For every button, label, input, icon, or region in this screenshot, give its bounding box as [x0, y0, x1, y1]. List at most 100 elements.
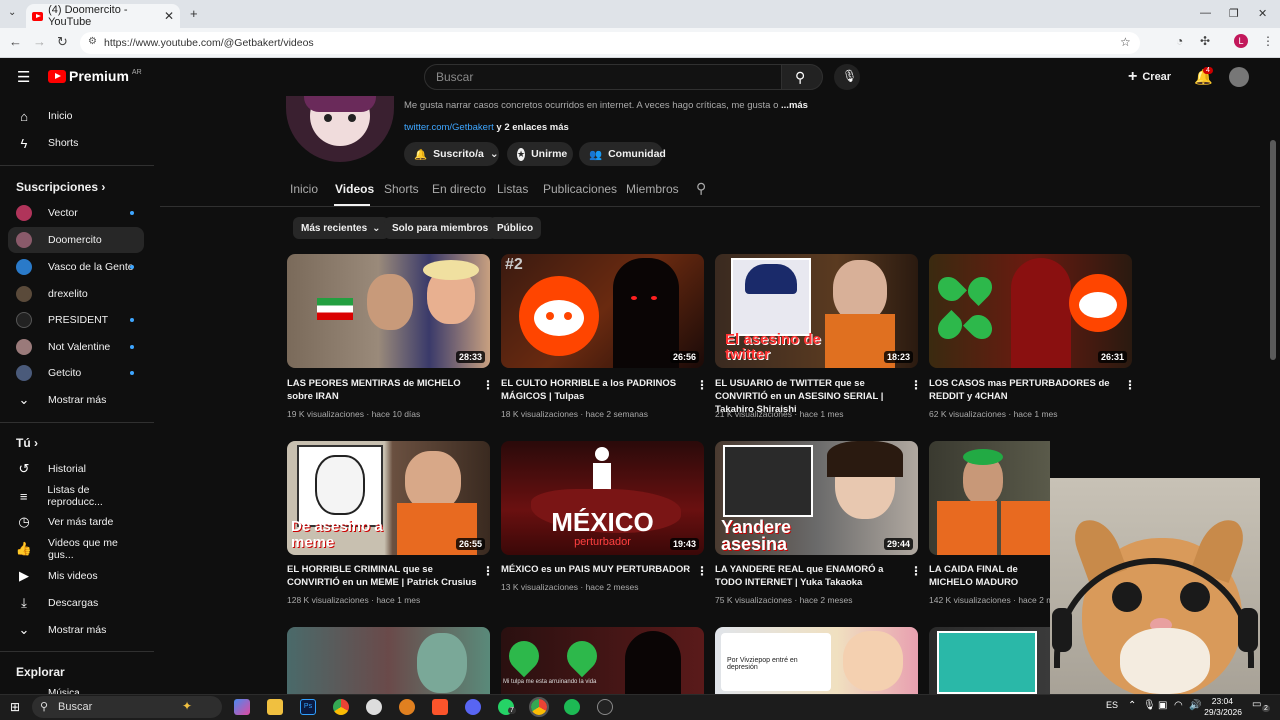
create-button[interactable]: + Crear [1128, 68, 1171, 86]
channel-search-icon[interactable]: ⚲ [696, 180, 706, 197]
tab-publicaciones[interactable]: Publicaciones [543, 182, 617, 196]
sidebar-item-vector[interactable]: Vector [8, 200, 144, 226]
tab-videos[interactable]: Videos [335, 182, 374, 196]
file-explorer-icon[interactable] [267, 699, 283, 715]
more-actions-icon[interactable]: ⋮ [482, 564, 494, 578]
restore-icon[interactable]: ❐ [1229, 7, 1239, 20]
video-thumbnail[interactable]: 28:33 [287, 254, 490, 368]
clock-date[interactable]: 29/3/2026 [1198, 707, 1242, 717]
spotify-icon[interactable] [564, 699, 580, 715]
extension-icon[interactable]: ◔ [1176, 34, 1183, 48]
more-links[interactable]: y 2 enlaces más [496, 122, 568, 133]
sidebar-item-liked[interactable]: 👍 Videos que me gus... [8, 536, 144, 562]
more-actions-icon[interactable]: ⋮ [696, 378, 708, 392]
sidebar-show-more[interactable]: ⌄ Mostrar más [8, 387, 144, 413]
brave-icon[interactable] [432, 699, 448, 715]
browser-tab[interactable]: (4) Doomercito - YouTube ✕ [26, 4, 180, 28]
video-title[interactable]: LA CAIDA FINAL de MICHELO MADURO [929, 563, 1050, 589]
sidebar-item-inicio[interactable]: ⌂ Inicio [8, 103, 144, 129]
sidebar-item-watch-later[interactable]: ◷ Ver más tarde [8, 509, 144, 535]
window-close-icon[interactable]: ✕ [1258, 7, 1267, 20]
clock-time[interactable]: 23:04 [1205, 696, 1233, 706]
more-actions-icon[interactable]: ⋮ [910, 378, 922, 392]
chip-solo-miembros[interactable]: Solo para miembros [384, 217, 497, 239]
video-thumbnail[interactable] [929, 627, 1050, 694]
video-thumbnail[interactable]: #2 26:56 [501, 254, 704, 368]
hamburger-menu-icon[interactable]: ☰ [17, 68, 30, 86]
video-thumbnail[interactable]: El asesino de twitter 18:23 [715, 254, 918, 368]
page-scrollbar[interactable] [1270, 140, 1276, 360]
profile-avatar-icon[interactable]: L [1234, 34, 1248, 48]
url-field[interactable]: ⚙ https://www.youtube.com/@Getbakert/vid… [80, 32, 1140, 54]
tab-inicio[interactable]: Inicio [290, 182, 318, 196]
sidebar-item-president[interactable]: PRESIDENT [8, 307, 144, 333]
video-thumbnail[interactable]: De asesino a meme 26:55 [287, 441, 490, 555]
chrome-active-icon[interactable] [529, 697, 549, 717]
video-thumbnail[interactable]: MÉXICO perturbador 19:43 [501, 441, 704, 555]
tab-listas[interactable]: Listas [497, 182, 528, 196]
site-info-icon[interactable]: ⚙ [88, 36, 97, 47]
description-more[interactable]: ...más [781, 100, 808, 111]
sidebar-item-doomercito[interactable]: Doomercito [8, 227, 144, 253]
puzzle-icon[interactable]: ✣ [1200, 34, 1210, 48]
video-thumbnail[interactable]: Por Vivziepop entré en depresión [715, 627, 918, 694]
new-tab-icon[interactable]: + [190, 6, 198, 21]
account-avatar[interactable] [1229, 67, 1249, 87]
voice-search-button[interactable]: 🎙 [834, 64, 860, 90]
app-icon[interactable] [366, 699, 382, 715]
tab-close-icon[interactable]: ✕ [164, 9, 174, 23]
tray-chevron-icon[interactable]: ⌃ [1128, 700, 1136, 711]
browser-menu-icon[interactable]: ⋮ [1262, 34, 1274, 48]
copilot-icon[interactable] [234, 699, 250, 715]
tray-app-icon[interactable]: ▣ [1158, 700, 1167, 711]
search-input[interactable]: Buscar [424, 64, 782, 90]
back-icon[interactable]: ← [9, 34, 22, 49]
bookmark-star-icon[interactable]: ☆ [1120, 35, 1131, 49]
community-button[interactable]: 👥 Comunidad [579, 142, 666, 166]
mic-tray-icon[interactable]: 🎙 [1143, 700, 1156, 711]
sidebar-item-historial[interactable]: ↺ Historial [8, 456, 144, 482]
chip-mas-recientes[interactable]: Más recientes ⌄ [293, 217, 389, 239]
discord-icon[interactable] [465, 699, 481, 715]
minimize-icon[interactable]: — [1200, 7, 1211, 19]
sidebar-item-downloads[interactable]: ⤓ Descargas [8, 590, 144, 616]
app-icon-orange[interactable] [399, 699, 415, 715]
video-title[interactable]: LA YANDERE REAL que ENAMORÓ a TODO INTER… [715, 563, 905, 589]
sidebar-item-shorts[interactable]: ϟ Shorts [8, 130, 144, 156]
notification-center-icon[interactable]: ▭ [1252, 699, 1261, 710]
video-title[interactable]: LOS CASOS mas PERTURBADORES de REDDIT y … [929, 377, 1119, 403]
subscriptions-heading[interactable]: Suscripciones › [16, 180, 105, 194]
sidebar-item-vasco[interactable]: Vasco de la Gente [8, 254, 144, 280]
tab-list-chevron-icon[interactable]: ⌄ [8, 7, 16, 18]
language-indicator[interactable]: ES [1106, 700, 1118, 710]
sidebar-item-not-valentine[interactable]: Not Valentine [8, 334, 144, 360]
you-heading[interactable]: Tú › [16, 436, 38, 450]
tab-shorts[interactable]: Shorts [384, 182, 419, 196]
tab-en-directo[interactable]: En directo [432, 182, 486, 196]
chrome-icon[interactable] [333, 699, 349, 715]
video-title[interactable]: EL CULTO HORRIBLE a los PADRINOS MÁGICOS… [501, 377, 691, 403]
windows-start-icon[interactable]: ⊞ [10, 700, 20, 714]
sidebar-item-getcito[interactable]: Getcito [8, 360, 144, 386]
chip-publico[interactable]: Público [489, 217, 542, 239]
sidebar-item-drexelito[interactable]: drexelito [8, 281, 144, 307]
more-actions-icon[interactable]: ⋮ [1124, 378, 1136, 392]
subscribed-button[interactable]: 🔔 Suscrito/a ⌄ [404, 142, 499, 166]
video-title[interactable]: LAS PEORES MENTIRAS de MICHELO sobre IRA… [287, 377, 477, 403]
sidebar-item-my-videos[interactable]: ▶ Mis videos [8, 563, 144, 589]
video-thumbnail[interactable]: Mi tulpa me esta arruinando la vida [501, 627, 704, 694]
sidebar-item-playlists[interactable]: ≡ Listas de reproducc... [8, 483, 144, 509]
search-button[interactable]: ⚲ [781, 64, 823, 90]
video-thumbnail[interactable] [287, 627, 490, 694]
youtube-premium-logo[interactable]: Premium AR [48, 68, 142, 84]
sidebar-show-more-2[interactable]: ⌄ Mostrar más [8, 617, 144, 643]
video-thumbnail[interactable]: 26:31 [929, 254, 1132, 368]
taskbar-search[interactable]: ⚲ Buscar ✦ [32, 696, 222, 718]
forward-icon[interactable]: → [33, 34, 46, 49]
more-actions-icon[interactable]: ⋮ [910, 564, 922, 578]
wifi-icon[interactable]: ◠ [1174, 700, 1183, 711]
video-title[interactable]: MÉXICO es un PAIS MUY PERTURBADOR [501, 563, 691, 576]
reload-icon[interactable]: ↻ [57, 34, 68, 50]
more-actions-icon[interactable]: ⋮ [482, 378, 494, 392]
join-button[interactable]: ★ Unirme [507, 142, 573, 166]
